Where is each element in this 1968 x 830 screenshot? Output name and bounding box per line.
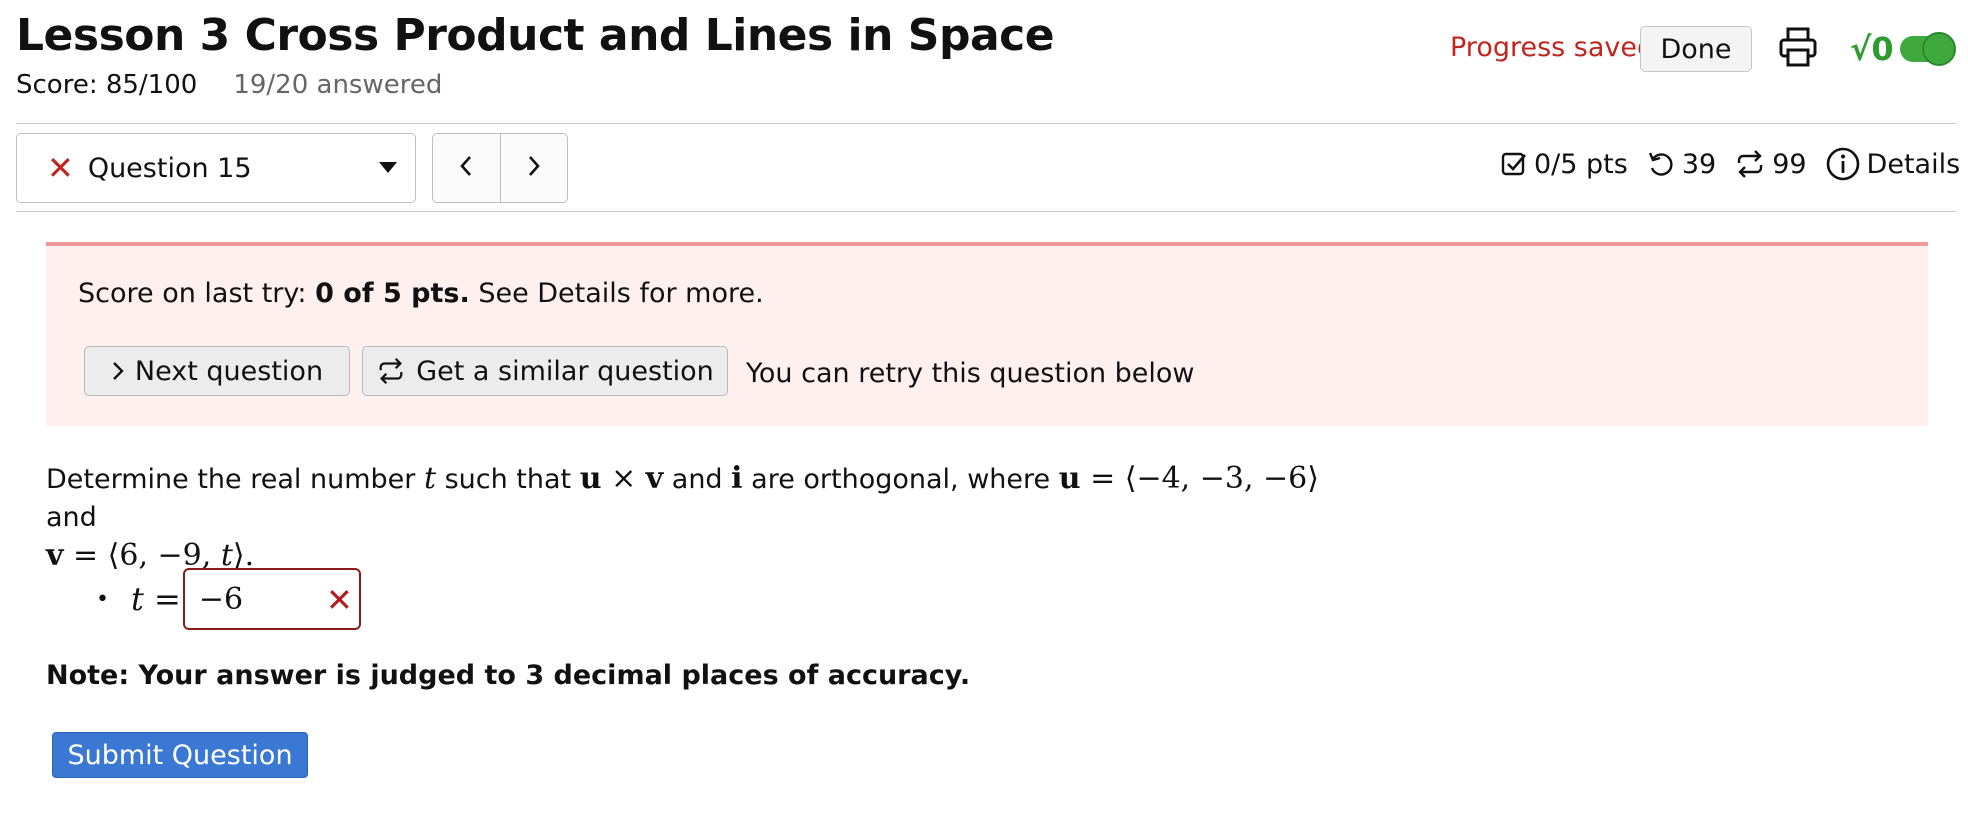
similar-count: 99 (1772, 148, 1807, 180)
question-select[interactable]: ✕ Question 15 (16, 133, 416, 203)
question-text-part: and (46, 502, 97, 533)
math-var-t: t (423, 461, 436, 496)
done-button[interactable]: Done (1640, 26, 1752, 72)
answer-lhs: t = (130, 580, 181, 618)
answer-value: −6 (198, 581, 244, 617)
answer-label: t = (131, 580, 181, 618)
math-vector-v: v (645, 461, 664, 496)
chevron-right-icon (113, 362, 124, 380)
question-text-part: and (663, 464, 732, 495)
question-text: Determine the real number t such that u … (46, 460, 1346, 576)
toggle-track (1899, 32, 1956, 66)
score-text: Score: 85/100 (16, 70, 198, 100)
points-text: 0/5 pts (1534, 148, 1628, 180)
similar-question-label: Get a similar question (416, 355, 714, 387)
answer-input[interactable]: −6 ✕ (182, 568, 361, 630)
alert-prefix: Score on last try: (78, 278, 316, 309)
incorrect-icon: ✕ (47, 149, 74, 187)
accuracy-note: Note: Your answer is judged to 3 decimal… (46, 660, 971, 691)
score-summary: Score: 85/100 19/20 answered (16, 70, 442, 100)
retry-hint: You can retry this question below (746, 358, 1195, 389)
last-try-alert: Score on last try: 0 of 5 pts. See Detai… (46, 242, 1928, 426)
similar-status: 99 (1734, 148, 1807, 180)
next-question-button[interactable]: Next question (84, 346, 350, 396)
question-text-part: are orthogonal, where (742, 464, 1059, 495)
retries-count: 39 (1681, 148, 1717, 180)
list-bullet: • (96, 586, 109, 612)
details-link[interactable]: Details (1825, 146, 1961, 182)
question-text-part: Determine the real number (46, 464, 424, 495)
checkbox-icon (1501, 152, 1526, 176)
chevron-left-icon (460, 155, 472, 176)
math-u-definition: = ⟨−4, −3, −6⟩ (1080, 461, 1319, 496)
alert-score: 0 of 5 pts. (315, 278, 470, 309)
alert-suffix: See Details for more. (469, 278, 764, 309)
math-vector-v: v (46, 538, 64, 573)
question-text-part: such that (436, 464, 580, 495)
chevron-right-icon (528, 155, 540, 176)
retry-icon (1648, 152, 1673, 176)
chevron-down-icon (379, 162, 397, 173)
sqrt-icon: √0 (1850, 30, 1894, 68)
answered-count: 19/20 answered (233, 70, 443, 100)
math-cross: × (601, 461, 646, 496)
repeat-icon (379, 358, 403, 384)
retries-status: 39 (1646, 149, 1716, 180)
header-divider (16, 123, 1956, 124)
repeat-icon (1737, 150, 1763, 178)
info-icon (1826, 147, 1859, 181)
points-status: 0/5 pts (1500, 149, 1628, 180)
next-question-label: Next question (134, 355, 324, 387)
similar-question-button[interactable]: Get a similar question (362, 346, 728, 396)
question-select-label: Question 15 (87, 152, 252, 184)
details-label: Details (1866, 148, 1961, 180)
math-vector-i: i (731, 461, 743, 496)
progress-status: Progress saved (1450, 32, 1655, 63)
math-input-toggle[interactable]: √0 (1850, 28, 1956, 70)
print-icon[interactable] (1778, 26, 1818, 68)
nav-divider (16, 211, 1956, 212)
last-try-message: Score on last try: 0 of 5 pts. See Detai… (78, 278, 764, 309)
next-question-arrow-button[interactable] (499, 134, 568, 202)
question-pager (432, 133, 568, 203)
answer-row: • t = −6 ✕ (96, 568, 361, 630)
incorrect-icon: ✕ (326, 581, 353, 619)
math-vector-u: u (579, 461, 602, 496)
question-stats: 0/5 pts 39 99 Details (1500, 146, 1960, 182)
submit-question-button[interactable]: Submit Question (52, 732, 308, 778)
page-title: Lesson 3 Cross Product and Lines in Spac… (16, 10, 1055, 61)
previous-question-button[interactable] (433, 134, 500, 202)
math-vector-u: u (1058, 461, 1081, 496)
toggle-knob (1922, 32, 1956, 66)
